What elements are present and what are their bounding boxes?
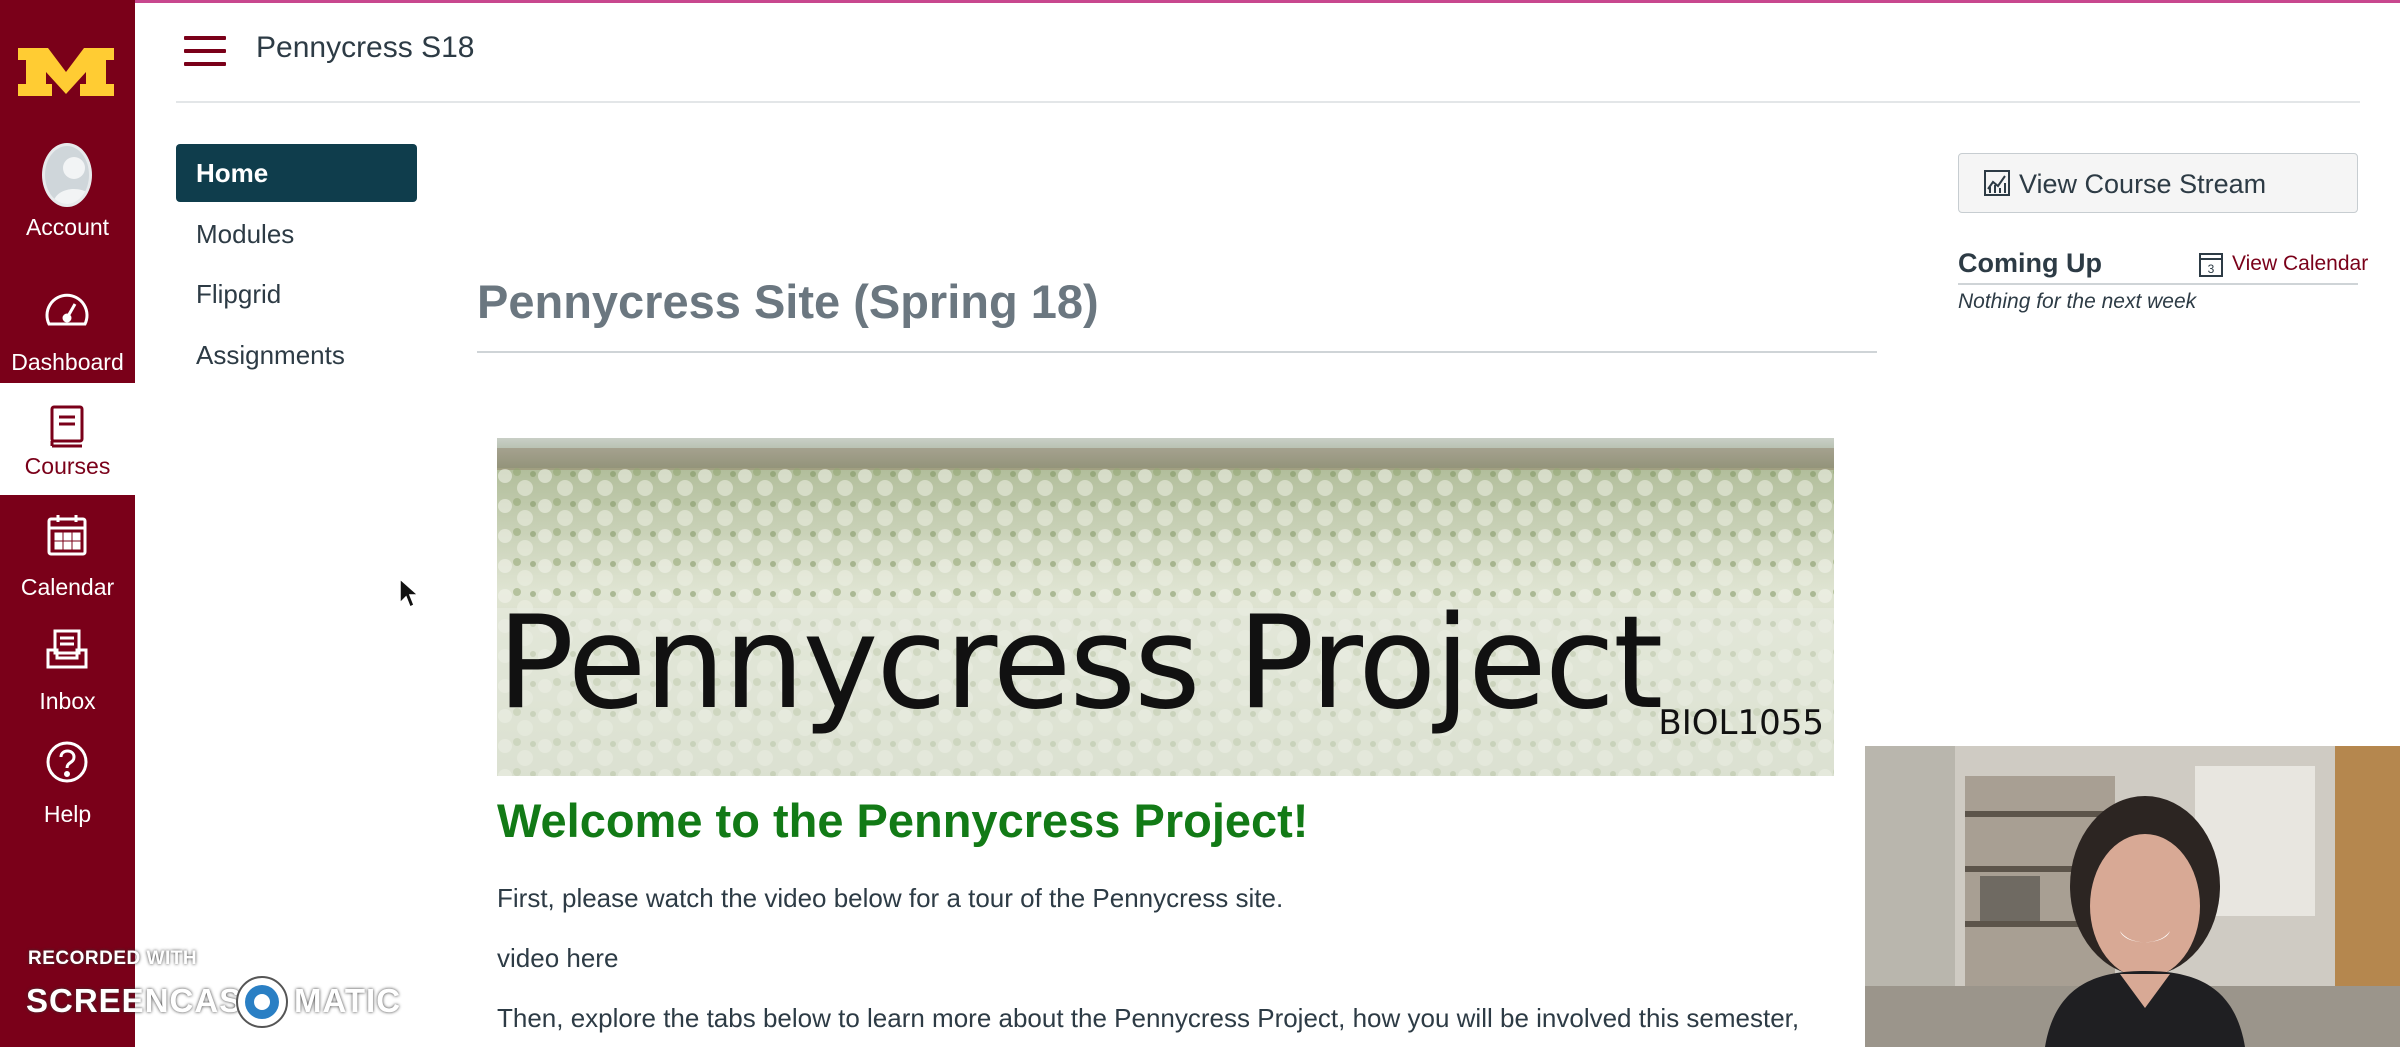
bar-chart-icon: [1983, 169, 2011, 202]
course-menu-toggle-button[interactable]: [184, 36, 226, 66]
speedometer-icon: [42, 285, 92, 335]
course-nav-assignments[interactable]: Assignments: [176, 326, 417, 384]
header-divider: [176, 101, 2360, 103]
recorded-with-label: RECORDED WITH: [28, 948, 198, 969]
global-nav-inbox[interactable]: Inbox: [0, 624, 135, 732]
banner-title: Pennycress Project: [497, 589, 1663, 738]
global-nav-label: Help: [43, 801, 92, 827]
explore-paragraph: Then, explore the tabs below to learn mo…: [497, 1003, 1800, 1033]
global-nav-calendar[interactable]: Calendar: [0, 510, 135, 618]
course-nav-home[interactable]: Home: [176, 144, 417, 202]
global-nav-label: Courses: [24, 453, 111, 479]
global-nav-label: Inbox: [39, 688, 96, 714]
welcome-heading: Welcome to the Pennycress Project!: [497, 794, 1309, 847]
coming-up-heading: Coming Up: [1958, 248, 2102, 278]
top-accent-bar: [0, 0, 2400, 3]
question-circle-icon: [42, 737, 92, 787]
view-calendar-label: View Calendar: [2232, 252, 2369, 275]
course-nav-modules[interactable]: Modules: [176, 205, 417, 263]
calendar-day-number: 3: [2208, 262, 2215, 276]
view-course-stream-button[interactable]: View Course Stream: [1958, 153, 2358, 213]
global-nav-account[interactable]: Account: [0, 143, 135, 258]
screencast-brand-left: SCREENCAST: [26, 982, 264, 1019]
calendar-day-icon: 3: [2198, 250, 2224, 283]
coming-up-divider: [1958, 283, 2358, 285]
global-nav-label: Dashboard: [11, 349, 124, 375]
course-nav-flipgrid[interactable]: Flipgrid: [176, 265, 417, 323]
banner-course-code: BIOL1055: [1658, 703, 1824, 743]
screencast-logo-icon: [234, 974, 290, 1035]
global-nav-label: Account: [25, 214, 110, 240]
inbox-icon: [42, 624, 92, 674]
intro-paragraph: First, please watch the video below for …: [497, 883, 1284, 913]
screencast-watermark: RECORDED WITH SCREENCAST MATIC: [26, 946, 406, 1028]
global-nav-label: Calendar: [20, 574, 115, 600]
title-divider: [477, 351, 1877, 353]
webcam-overlay: [1865, 746, 2400, 1047]
global-navigation: Account Dashboard Courses Calendar Inbox…: [0, 0, 135, 1047]
coming-up-empty-text: Nothing for the next week: [1958, 290, 2197, 313]
global-nav-dashboard[interactable]: Dashboard: [0, 285, 135, 393]
course-banner-image: Pennycress Project BIOL1055: [497, 438, 1834, 776]
global-nav-courses[interactable]: Courses: [0, 383, 135, 495]
page-title: Pennycress Site (Spring 18): [477, 275, 1099, 328]
global-nav-help[interactable]: Help: [0, 737, 135, 845]
university-logo[interactable]: [14, 38, 118, 102]
screencast-brand-right: MATIC: [294, 982, 402, 1019]
calendar-icon: [42, 510, 92, 560]
book-icon: [42, 401, 92, 451]
view-course-stream-label: View Course Stream: [2019, 169, 2267, 199]
account-avatar-icon: [42, 143, 92, 207]
mouse-cursor-icon: [398, 577, 420, 614]
course-breadcrumb-title[interactable]: Pennycress S18: [256, 31, 474, 65]
video-placeholder-text: video here: [497, 943, 619, 973]
